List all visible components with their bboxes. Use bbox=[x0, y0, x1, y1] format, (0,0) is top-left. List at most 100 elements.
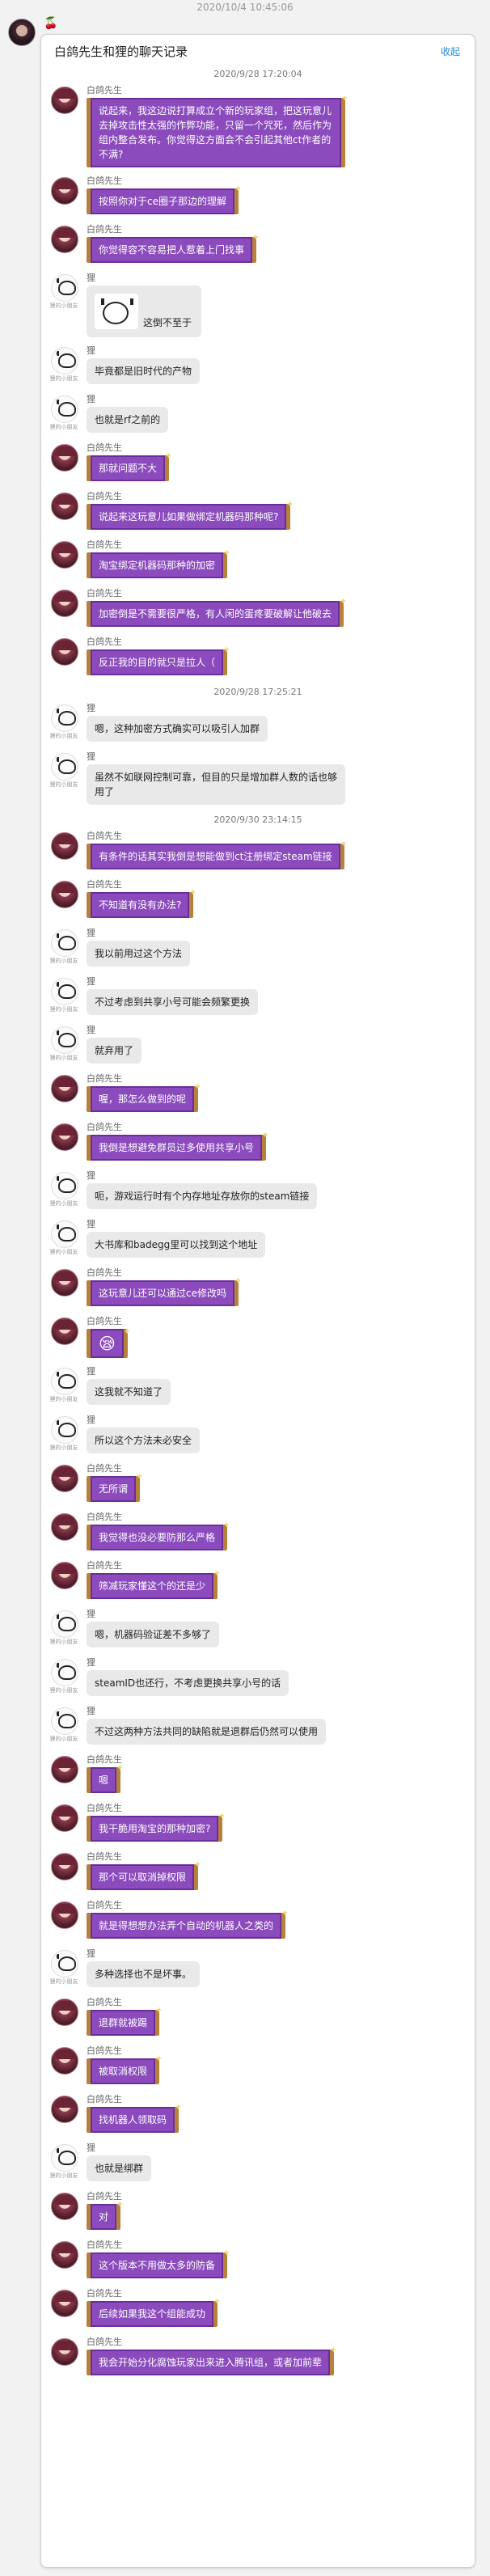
user-avatar-li[interactable] bbox=[51, 1220, 78, 1248]
user-avatar-baige[interactable] bbox=[51, 2047, 78, 2075]
user-avatar-li[interactable] bbox=[51, 704, 78, 732]
message-bubble[interactable]: 说起来这玩意儿如果做绑定机器码那种呢? bbox=[87, 497, 294, 530]
message-bubble[interactable]: 呃，游戏运行时有个内存地址存放你的steam链接 bbox=[87, 1183, 318, 1209]
message-row: 白鸽先生 被取消权限 bbox=[41, 2045, 475, 2086]
user-avatar-baige[interactable] bbox=[51, 881, 78, 908]
message-bubble[interactable]: 加密倒是不需要很严格，有人闲的蛋疼要破解让他破去 bbox=[87, 594, 347, 627]
message-bubble[interactable]: 后续如果我这个组能成功 bbox=[87, 2295, 221, 2327]
user-avatar-baige[interactable] bbox=[51, 2241, 78, 2269]
user-avatar-baige[interactable] bbox=[51, 87, 78, 114]
message-bubble[interactable]: 所以这个方法未必安全 bbox=[87, 1428, 201, 1453]
message-bubble[interactable]: 不知道有没有办法? bbox=[87, 886, 197, 918]
user-avatar-baige[interactable] bbox=[51, 177, 78, 205]
user-avatar-baige[interactable] bbox=[51, 2338, 78, 2366]
message-row: 狸的小朋友 狸不过考虑到共享小号可能会频繁更换 bbox=[41, 976, 475, 1017]
user-avatar-baige[interactable] bbox=[51, 1123, 78, 1151]
avatar-caption: 狸的小朋友 bbox=[49, 1445, 78, 1451]
message-bubble[interactable]: 反正我的目的就只是拉人（ bbox=[87, 643, 230, 675]
message-bubble[interactable]: 嗯，机器码验证差不多够了 bbox=[87, 1622, 220, 1648]
collapse-link[interactable]: 收起 bbox=[441, 44, 460, 58]
user-avatar-li[interactable] bbox=[51, 1172, 78, 1199]
message-bubble[interactable]: 那就问题不大 bbox=[87, 449, 172, 481]
message-bubble[interactable]: 大书库和badegg里可以找到这个地址 bbox=[87, 1232, 266, 1258]
message-bubble[interactable]: 被取消权限 bbox=[87, 2052, 163, 2084]
user-avatar-baige[interactable] bbox=[51, 1756, 78, 1783]
user-avatar-baige[interactable] bbox=[51, 541, 78, 569]
user-avatar-baige[interactable] bbox=[51, 444, 78, 472]
user-avatar-li[interactable] bbox=[51, 1707, 78, 1735]
message-bubble[interactable]: 不过考虑到共享小号可能会频繁更换 bbox=[87, 989, 259, 1015]
user-avatar-li[interactable] bbox=[51, 1368, 78, 1395]
sender-avatar[interactable] bbox=[8, 19, 36, 46]
message-bubble[interactable]: 淘宝绑定机器码那种的加密 bbox=[87, 546, 230, 578]
user-avatar-baige[interactable] bbox=[51, 2193, 78, 2220]
user-avatar-li[interactable] bbox=[51, 1026, 78, 1054]
message-bubble[interactable]: 找机器人领取码 bbox=[87, 2100, 182, 2133]
user-avatar-baige[interactable] bbox=[51, 1562, 78, 1589]
message-bubble[interactable]: 就是得想想办法弄个自动的机器人之类的 bbox=[87, 1906, 289, 1939]
message-bubble[interactable]: 我干脆用淘宝的那种加密? bbox=[87, 1809, 226, 1842]
user-avatar-li[interactable] bbox=[51, 929, 78, 957]
message-bubble[interactable]: 筛减玩家懂这个的还是少 bbox=[87, 1567, 221, 1599]
message-bubble[interactable]: 说起来，我这边说打算成立个新的玩家组，把这玩意儿去掉攻击性太强的作弊功能，只留一… bbox=[87, 91, 348, 167]
user-avatar-baige[interactable] bbox=[51, 1513, 78, 1541]
message-bubble[interactable]: 对 bbox=[87, 2197, 124, 2230]
message-row: 白鸽先生嗯 bbox=[41, 1754, 475, 1795]
sticker-message[interactable]: 这倒不至于 bbox=[87, 286, 202, 337]
message-bubble[interactable]: 我觉得也没必要防那么严格 bbox=[87, 1518, 230, 1550]
message-bubble[interactable]: 你觉得容不容易把人惹着上门找事 bbox=[87, 231, 260, 263]
user-avatar-li[interactable] bbox=[51, 1659, 78, 1686]
message-bubble[interactable]: 虽然不如联网控制可靠，但目的只是增加群人数的话也够用了 bbox=[87, 764, 345, 805]
user-avatar-li[interactable] bbox=[51, 274, 78, 302]
message-bubble[interactable]: 毕竟都是旧时代的产物 bbox=[87, 358, 201, 384]
user-avatar-baige[interactable] bbox=[51, 1318, 78, 1345]
user-avatar-li[interactable] bbox=[51, 753, 78, 780]
message-bubble[interactable]: 这个版本不用做太多的防备 bbox=[87, 2246, 230, 2278]
message-bubble[interactable]: 喔，那怎么做到的呢 bbox=[87, 1080, 201, 1112]
message-bubble[interactable]: 多种选择也不是坏事。 bbox=[87, 1961, 201, 1987]
emoji-message[interactable]: 😪 bbox=[87, 1322, 131, 1358]
user-avatar-baige[interactable] bbox=[51, 1075, 78, 1102]
user-avatar-baige[interactable] bbox=[51, 1999, 78, 2026]
user-avatar-baige[interactable] bbox=[51, 1804, 78, 1832]
message-bubble[interactable]: 退群就被踢 bbox=[87, 2003, 163, 2036]
message-bubble[interactable]: 按照你对于ce圈子那边的理解 bbox=[87, 182, 242, 214]
sender-name: 白鸽先生 bbox=[87, 2191, 122, 2202]
message-bubble[interactable]: 我倒是想避免群员过多使用共享小号 bbox=[87, 1128, 269, 1161]
user-avatar-li[interactable] bbox=[51, 1610, 78, 1638]
user-avatar-baige[interactable] bbox=[51, 226, 78, 253]
message-bubble[interactable]: 这我就不知道了 bbox=[87, 1379, 171, 1405]
message-bubble[interactable]: 也就是绑群 bbox=[87, 2155, 152, 2181]
message-bubble[interactable]: 那个可以取消掉权限 bbox=[87, 1858, 201, 1890]
message-bubble[interactable]: 无所谓 bbox=[87, 1470, 143, 1502]
user-avatar-baige[interactable] bbox=[51, 1465, 78, 1492]
sender-name: 白鸽先生 bbox=[87, 1073, 122, 1084]
user-avatar-baige[interactable] bbox=[51, 1269, 78, 1296]
user-avatar-li[interactable] bbox=[51, 2144, 78, 2172]
message-bubble[interactable]: steamID也还行，不考虑更换共享小号的话 bbox=[87, 1670, 289, 1696]
user-avatar-baige[interactable] bbox=[51, 832, 78, 860]
message-bubble[interactable]: 我以前用过这个方法 bbox=[87, 941, 191, 967]
user-avatar-li[interactable] bbox=[51, 1950, 78, 1977]
user-avatar-li[interactable] bbox=[51, 1416, 78, 1444]
message-bubble[interactable]: 有条件的话其实我倒是想能做到ct注册绑定steam链接 bbox=[87, 837, 347, 869]
message-bubble[interactable]: 嗯，这种加密方式确实可以吸引人加群 bbox=[87, 716, 268, 742]
message-bubble[interactable]: 就弃用了 bbox=[87, 1038, 142, 1064]
user-avatar-baige[interactable] bbox=[51, 1853, 78, 1880]
message-bubble[interactable]: 嗯 bbox=[87, 1761, 124, 1793]
sender-name: 狸 bbox=[87, 394, 95, 404]
sticker-caption: 这倒不至于 bbox=[143, 317, 192, 328]
user-avatar-baige[interactable] bbox=[51, 590, 78, 617]
user-avatar-baige[interactable] bbox=[51, 2096, 78, 2123]
message-bubble[interactable]: 我会开始分化腐蚀玩家出来进入腾讯组，或者加前辈 bbox=[87, 2343, 337, 2375]
user-avatar-li[interactable] bbox=[51, 978, 78, 1005]
user-avatar-li[interactable] bbox=[51, 395, 78, 423]
message-bubble[interactable]: 不过这两种方法共同的缺陷就是退群后仍然可以使用 bbox=[87, 1719, 327, 1745]
message-bubble[interactable]: 也就是rf之前的 bbox=[87, 407, 169, 433]
user-avatar-baige[interactable] bbox=[51, 493, 78, 520]
user-avatar-li[interactable] bbox=[51, 347, 78, 374]
user-avatar-baige[interactable] bbox=[51, 2290, 78, 2317]
message-bubble[interactable]: 这玩意儿还可以通过ce修改吗 bbox=[87, 1274, 242, 1306]
user-avatar-baige[interactable] bbox=[51, 1901, 78, 1929]
user-avatar-baige[interactable] bbox=[51, 638, 78, 666]
